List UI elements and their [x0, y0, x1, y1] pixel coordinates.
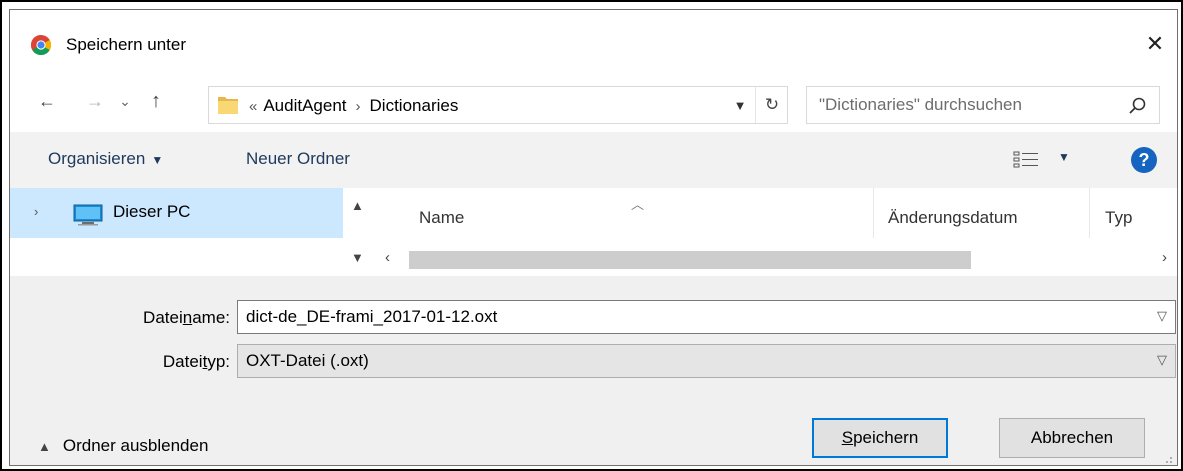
help-icon[interactable]: ?	[1131, 147, 1157, 173]
address-dropdown-icon[interactable]: ▼	[729, 94, 751, 116]
folder-icon	[218, 97, 238, 114]
save-button[interactable]: Speichern	[812, 418, 948, 458]
recent-locations-button[interactable]: ⌄	[114, 86, 136, 116]
refresh-button[interactable]: ↻	[759, 92, 785, 118]
up-button[interactable]: ↑	[140, 86, 172, 116]
navigation-pane: › Dieser PC	[10, 188, 343, 276]
save-button-label: Speichern	[841, 428, 919, 447]
horizontal-scrollbar[interactable]: ‹ ›	[377, 248, 1177, 272]
hide-folders-label: Ordner ausblenden	[62, 436, 209, 455]
scroll-down-icon[interactable]: ▼	[351, 250, 364, 265]
chevron-up-icon: ▲	[38, 439, 51, 454]
filename-combobox[interactable]: ▽	[237, 300, 1176, 334]
save-as-dialog: Speichern unter ✕ ← → ⌄ ↑ «AuditAgent › Di…	[9, 9, 1178, 466]
back-arrow-icon: ←	[38, 90, 56, 111]
breadcrumb: «AuditAgent › Dictionaries	[249, 96, 458, 116]
view-dropdown-icon[interactable]: ▼	[1058, 150, 1070, 164]
cancel-button-label: Abbrechen	[1030, 428, 1114, 447]
up-arrow-icon: ↑	[151, 89, 161, 112]
chevron-down-icon: ⌄	[119, 92, 131, 109]
cancel-button[interactable]: Abbrechen	[999, 418, 1145, 458]
filename-input[interactable]	[246, 306, 1126, 328]
address-divider	[755, 87, 756, 123]
navigation-bar: ← → ⌄ ↑ «AuditAgent › Dictionaries ▼ ↻	[10, 70, 1177, 132]
filetype-value: OXT-Datei (.oxt)	[246, 351, 369, 370]
filename-label: Dateiname:	[143, 308, 230, 327]
column-header-date[interactable]: Änderungsdatum	[888, 208, 1017, 228]
back-button[interactable]: ←	[30, 86, 64, 116]
caret-down-icon: ▼	[151, 153, 164, 167]
tree-scrollbar[interactable]: ▲ ▼	[343, 188, 377, 276]
new-folder-label: Neuer Ordner	[246, 149, 350, 168]
refresh-icon: ↻	[764, 95, 780, 114]
column-header-type[interactable]: Typ	[1105, 208, 1132, 228]
scroll-right-icon[interactable]: ›	[1162, 249, 1167, 266]
breadcrumb-item-dictionaries[interactable]: Dictionaries	[370, 96, 459, 115]
organize-label: Organisieren	[48, 149, 146, 168]
scroll-left-icon[interactable]: ‹	[385, 249, 390, 266]
close-button[interactable]: ✕	[1138, 28, 1172, 60]
column-header-name[interactable]: Name	[419, 208, 464, 228]
scroll-up-icon[interactable]: ▲	[351, 198, 364, 213]
filetype-select[interactable]: OXT-Datei (.oxt) ▽	[237, 344, 1176, 378]
expand-chevron-icon[interactable]: ›	[34, 204, 38, 219]
hide-folders-toggle[interactable]: ▲ Ordner ausblenden	[38, 436, 208, 456]
breadcrumb-overflow-icon[interactable]: «	[249, 98, 263, 115]
computer-icon	[73, 204, 103, 226]
organize-menu-button[interactable]: Organisieren ▼	[48, 149, 163, 169]
new-folder-button[interactable]: Neuer Ordner	[246, 149, 350, 169]
file-list: ︿ Name Änderungsdatum Typ ‹ ›	[377, 188, 1177, 276]
column-divider[interactable]	[873, 188, 874, 238]
scrollbar-thumb[interactable]	[409, 251, 971, 269]
breadcrumb-separator-icon: ›	[355, 98, 361, 115]
screen-frame: Speichern unter ✕ ← → ⌄ ↑ «AuditAgent › Di…	[0, 0, 1183, 471]
breadcrumb-item-auditagent[interactable]: AuditAgent	[263, 96, 346, 115]
title-bar: Speichern unter ✕	[10, 10, 1177, 70]
search-icon[interactable]	[1125, 94, 1149, 118]
search-box[interactable]	[806, 86, 1160, 124]
close-icon: ✕	[1145, 31, 1165, 56]
save-form-area: Dateiname: ▽ Dateityp: OXT-Datei (.oxt) …	[10, 276, 1177, 465]
chevron-down-icon[interactable]: ▽	[1157, 352, 1167, 368]
resize-grip-icon[interactable]	[1160, 451, 1174, 465]
forward-button[interactable]: →	[78, 86, 112, 116]
dialog-title: Speichern unter	[66, 35, 187, 54]
column-divider[interactable]	[1089, 188, 1090, 238]
chrome-logo-icon	[31, 35, 51, 55]
filetype-label: Dateityp:	[162, 352, 230, 371]
sort-ascending-icon: ︿	[631, 197, 645, 212]
command-toolbar: Organisieren ▼ Neuer Ordner ▼ ?	[10, 132, 1177, 188]
tree-item-dieser-pc[interactable]: › Dieser PC	[10, 188, 343, 238]
tree-item-label: Dieser PC	[113, 202, 191, 221]
chevron-down-icon[interactable]: ▽	[1157, 308, 1167, 324]
search-input[interactable]	[819, 93, 1119, 117]
forward-arrow-icon: →	[86, 90, 104, 111]
view-options-icon[interactable]	[1013, 150, 1041, 170]
address-bar[interactable]: «AuditAgent › Dictionaries ▼ ↻	[208, 86, 788, 124]
